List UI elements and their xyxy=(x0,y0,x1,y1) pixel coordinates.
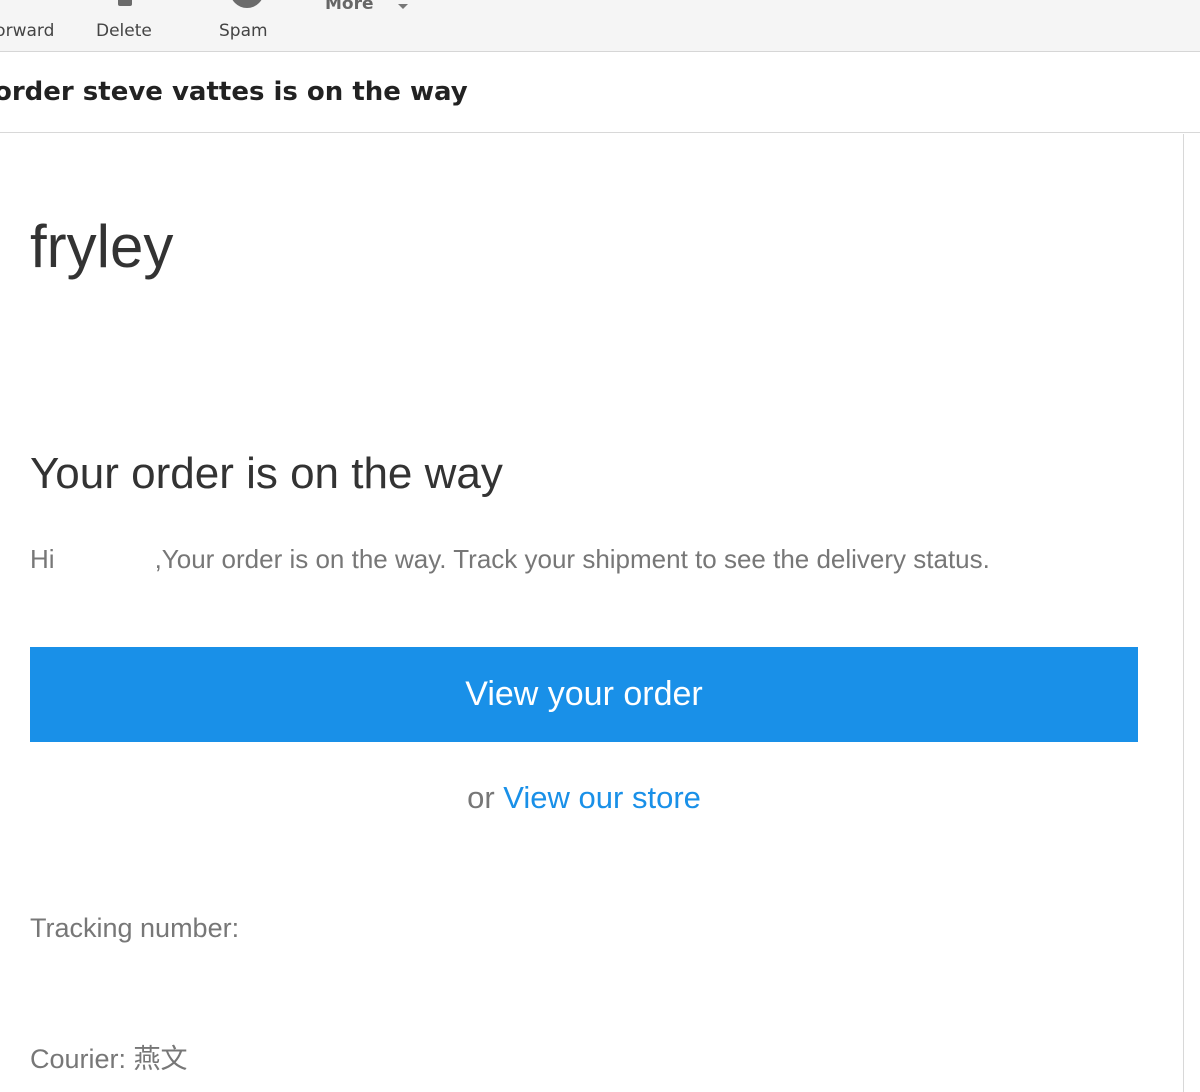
delete-button[interactable]: Delete xyxy=(88,0,168,51)
subject-bar: order steve vattes is on the way xyxy=(0,52,1200,133)
forward-button[interactable]: Forward xyxy=(0,0,60,51)
spam-icon xyxy=(230,0,264,8)
trash-icon xyxy=(118,0,132,6)
courier-label: Courier: 燕文 xyxy=(30,1044,188,1074)
greeting-hi: Hi xyxy=(30,544,55,574)
view-store-link[interactable]: View our store xyxy=(503,780,701,815)
forward-label: Forward xyxy=(0,21,55,41)
greeting-text: Hi ,Your order is on the way. Track your … xyxy=(30,544,990,575)
more-button[interactable]: More xyxy=(318,0,418,51)
spam-button[interactable]: Spam xyxy=(210,0,290,51)
email-heading: Your order is on the way xyxy=(30,449,503,498)
email-subject: order steve vattes is on the way xyxy=(0,77,468,107)
spam-label: Spam xyxy=(219,21,268,41)
chevron-down-icon xyxy=(398,4,408,9)
alt-prefix: or xyxy=(467,780,495,815)
toolbar: Forward Delete Spam More xyxy=(0,0,1200,52)
message-body: fryley Your order is on the way Hi ,Your … xyxy=(0,134,1184,1092)
greeting-body: ,Your order is on the way. Track your sh… xyxy=(154,544,990,574)
view-order-button[interactable]: View your order xyxy=(30,647,1138,742)
more-label: More xyxy=(325,0,374,14)
tracking-number-label: Tracking number: xyxy=(30,913,240,943)
brand-logo-text: fryley xyxy=(30,213,174,280)
delete-label: Delete xyxy=(96,21,152,41)
store-link-line: or View our store xyxy=(30,780,1138,816)
